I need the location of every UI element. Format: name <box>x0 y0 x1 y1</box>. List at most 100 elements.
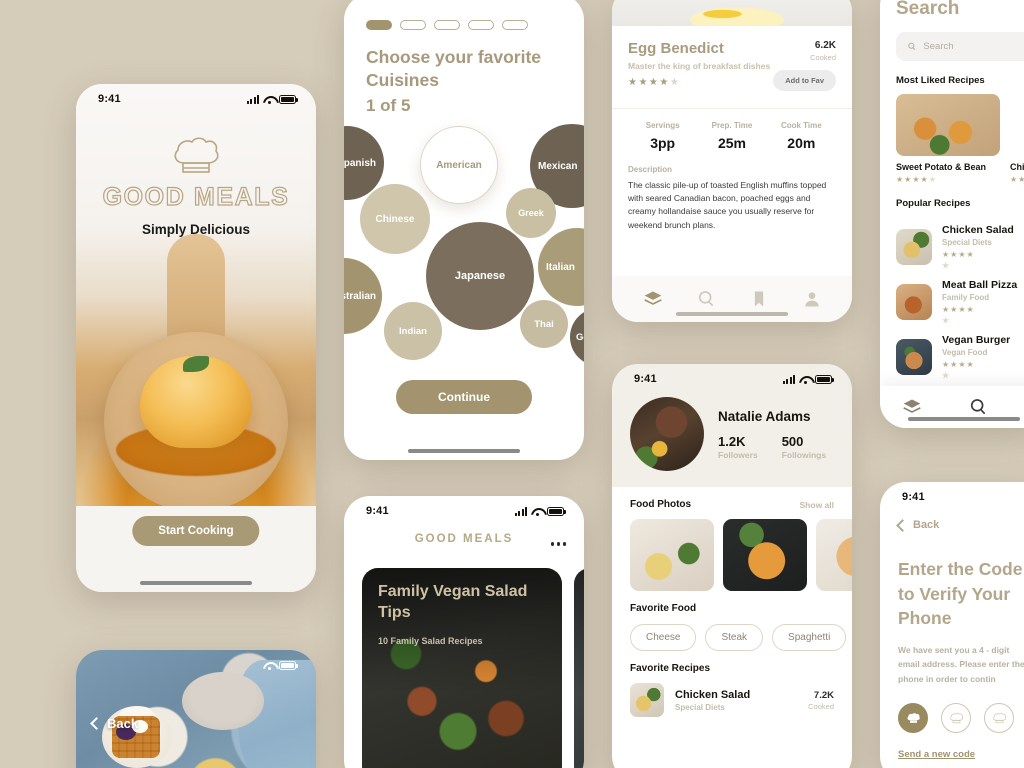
wifi-icon <box>531 507 543 516</box>
recipe-description: Description The classic pile-up of toast… <box>612 155 852 244</box>
most-liked-row[interactable]: Sweet Potato & Bean ★★★★★ Chicken ★★★★★ <box>880 86 1024 184</box>
cuisine-bubble-chinese[interactable]: Chinese <box>360 184 430 254</box>
food-chip-cheese[interactable]: Cheese <box>630 624 697 651</box>
continue-button[interactable]: Continue <box>396 380 532 414</box>
featured-card[interactable]: 10 F <box>574 568 584 768</box>
progress-dot-1[interactable] <box>366 20 392 30</box>
recipe-rating: ★★★★★ <box>896 175 937 184</box>
chef-hat-icon <box>949 712 963 723</box>
progress-dot-5[interactable] <box>502 20 528 30</box>
food-photo[interactable] <box>630 519 714 591</box>
status-bar: 9:41 <box>76 84 316 107</box>
progress-dot-4[interactable] <box>468 20 494 30</box>
food-photo[interactable] <box>723 519 807 591</box>
stat-followings[interactable]: 500 Followings <box>782 434 826 460</box>
chevron-left-icon <box>90 717 103 730</box>
tab-profile-icon[interactable] <box>802 289 822 309</box>
tab-search-icon[interactable] <box>696 289 716 309</box>
cuisine-bubble-thai[interactable]: Thai <box>520 300 568 348</box>
splash-screen: 9:41 GOOD MEALS Simply Delicious Start C… <box>76 84 316 592</box>
recipe-name: Chicken <box>1010 162 1024 172</box>
recipe-card[interactable]: Sweet Potato & Bean ★★★★★ <box>896 94 1000 184</box>
cuisine-bubble-japanese[interactable]: Japanese <box>426 222 534 330</box>
recipe-cooked-counter: 7.2K Cooked <box>808 690 834 711</box>
back-button[interactable]: Back <box>880 505 1024 532</box>
list-item[interactable]: Meat Ball Pizza Family Food ★★★★ ★ <box>896 279 1024 325</box>
home-indicator <box>408 449 520 453</box>
food-photos-row[interactable] <box>612 510 852 591</box>
stat-followers[interactable]: 1.2K Followers <box>718 434 758 460</box>
tab-home-stack-icon[interactable] <box>643 289 663 309</box>
chef-hat-icon <box>992 712 1006 723</box>
recipe-thumbnail <box>896 284 932 320</box>
cuisine-onboarding-screen: Choose your favorite Cuisines 1 of 5 Spa… <box>344 0 584 460</box>
recipe-title: Egg Benedict <box>628 40 724 57</box>
recipe-name: Meat Ball Pizza <box>942 279 1018 291</box>
food-photo[interactable] <box>816 519 852 591</box>
food-chip-steak[interactable]: Steak <box>705 624 764 651</box>
stat-value: 3pp <box>650 135 676 151</box>
show-all-link[interactable]: Show all <box>800 500 834 510</box>
favorite-recipe-row[interactable]: Chicken Salad Special Diets 7.2K Cooked <box>612 674 852 717</box>
search-field-wrapper[interactable] <box>896 32 1024 61</box>
status-time: 9:41 <box>634 373 657 385</box>
progress-dot-3[interactable] <box>434 20 460 30</box>
home-indicator <box>676 312 788 316</box>
app-brand-title: GOOD MEALS <box>102 182 290 211</box>
stat-value: 20m <box>787 135 816 151</box>
cuisine-label: American <box>436 159 482 171</box>
search-page-title: Search <box>896 0 960 19</box>
recipe-name: Sweet Potato & Bean <box>896 162 987 172</box>
search-input[interactable] <box>923 41 1021 52</box>
tab-search-icon[interactable] <box>968 397 988 417</box>
cuisine-bubble-italian[interactable]: Italian <box>538 228 584 306</box>
home-screen: 9:41 GOOD MEALS Family Vegan Salad Tips … <box>344 496 584 768</box>
code-cell-2[interactable] <box>941 703 971 734</box>
onboarding-step: 1 of 5 <box>366 96 411 116</box>
list-item[interactable]: Chicken Salad Special Diets ★★★★ ★ <box>896 224 1024 270</box>
cuisine-label: Japanese <box>454 270 506 282</box>
signal-icon <box>246 94 259 104</box>
start-cooking-button[interactable]: Start Cooking <box>132 516 260 546</box>
cuisine-bubble-german[interactable]: German <box>570 308 584 366</box>
description-label: Description <box>628 165 673 174</box>
onboarding-title: Choose your favorite Cuisines <box>366 47 542 91</box>
back-button[interactable]: Back <box>90 716 139 731</box>
progress-dot-2[interactable] <box>400 20 426 30</box>
popular-title: Popular Recipes <box>896 198 971 209</box>
status-indicators <box>246 94 298 104</box>
stat-value: 25m <box>717 135 746 151</box>
send-new-code-link[interactable]: Send a new code <box>880 733 1024 760</box>
status-time: 9:41 <box>366 505 389 517</box>
recipe-category: Family Food <box>942 293 990 302</box>
food-chip-spaghetti[interactable]: Spaghetti <box>772 624 847 651</box>
cuisine-bubble-australian[interactable]: Australian <box>344 258 382 334</box>
cuisine-bubble-indian[interactable]: Indian <box>384 302 442 360</box>
cuisine-bubble-american[interactable]: American <box>420 126 498 204</box>
recipe-name: Vegan Burger <box>942 334 1011 346</box>
code-cell-3[interactable] <box>984 703 1014 734</box>
avatar[interactable] <box>630 397 704 471</box>
code-cell-1[interactable] <box>898 703 928 734</box>
list-item[interactable]: Vegan Burger Vegan Food ★★★★ ★ <box>896 334 1024 380</box>
back-label: Back <box>107 716 139 731</box>
wifi-icon <box>799 375 811 384</box>
stat-value: 500 <box>781 433 804 449</box>
recipe-summary-card: Egg Benedict Master the king of breakfas… <box>612 26 852 98</box>
cuisine-bubble-greek[interactable]: Greek <box>506 188 556 238</box>
cuisine-label: Greek <box>518 208 544 218</box>
pastry-plate <box>182 672 264 730</box>
recipe-rating: ★★★★★ <box>942 305 975 325</box>
featured-cards-carousel[interactable]: Family Vegan Salad Tips 10 Family Salad … <box>362 568 584 768</box>
cuisine-label: Indian <box>399 325 427 337</box>
tab-home-stack-icon[interactable] <box>902 397 922 417</box>
battery-icon <box>815 374 834 384</box>
more-options-icon[interactable] <box>550 542 566 546</box>
profile-screen: 9:41 Natalie Adams 1.2K Followers 500 Fo… <box>612 364 852 768</box>
recipe-card[interactable]: Chicken ★★★★★ <box>1010 94 1024 184</box>
chef-hat-icon <box>170 135 222 179</box>
stat-label: Prep. Time <box>711 121 753 130</box>
featured-card[interactable]: Family Vegan Salad Tips 10 Family Salad … <box>362 568 562 768</box>
tab-bookmark-icon[interactable] <box>749 289 769 309</box>
add-to-fav-button[interactable]: Add to Fav <box>773 70 836 91</box>
